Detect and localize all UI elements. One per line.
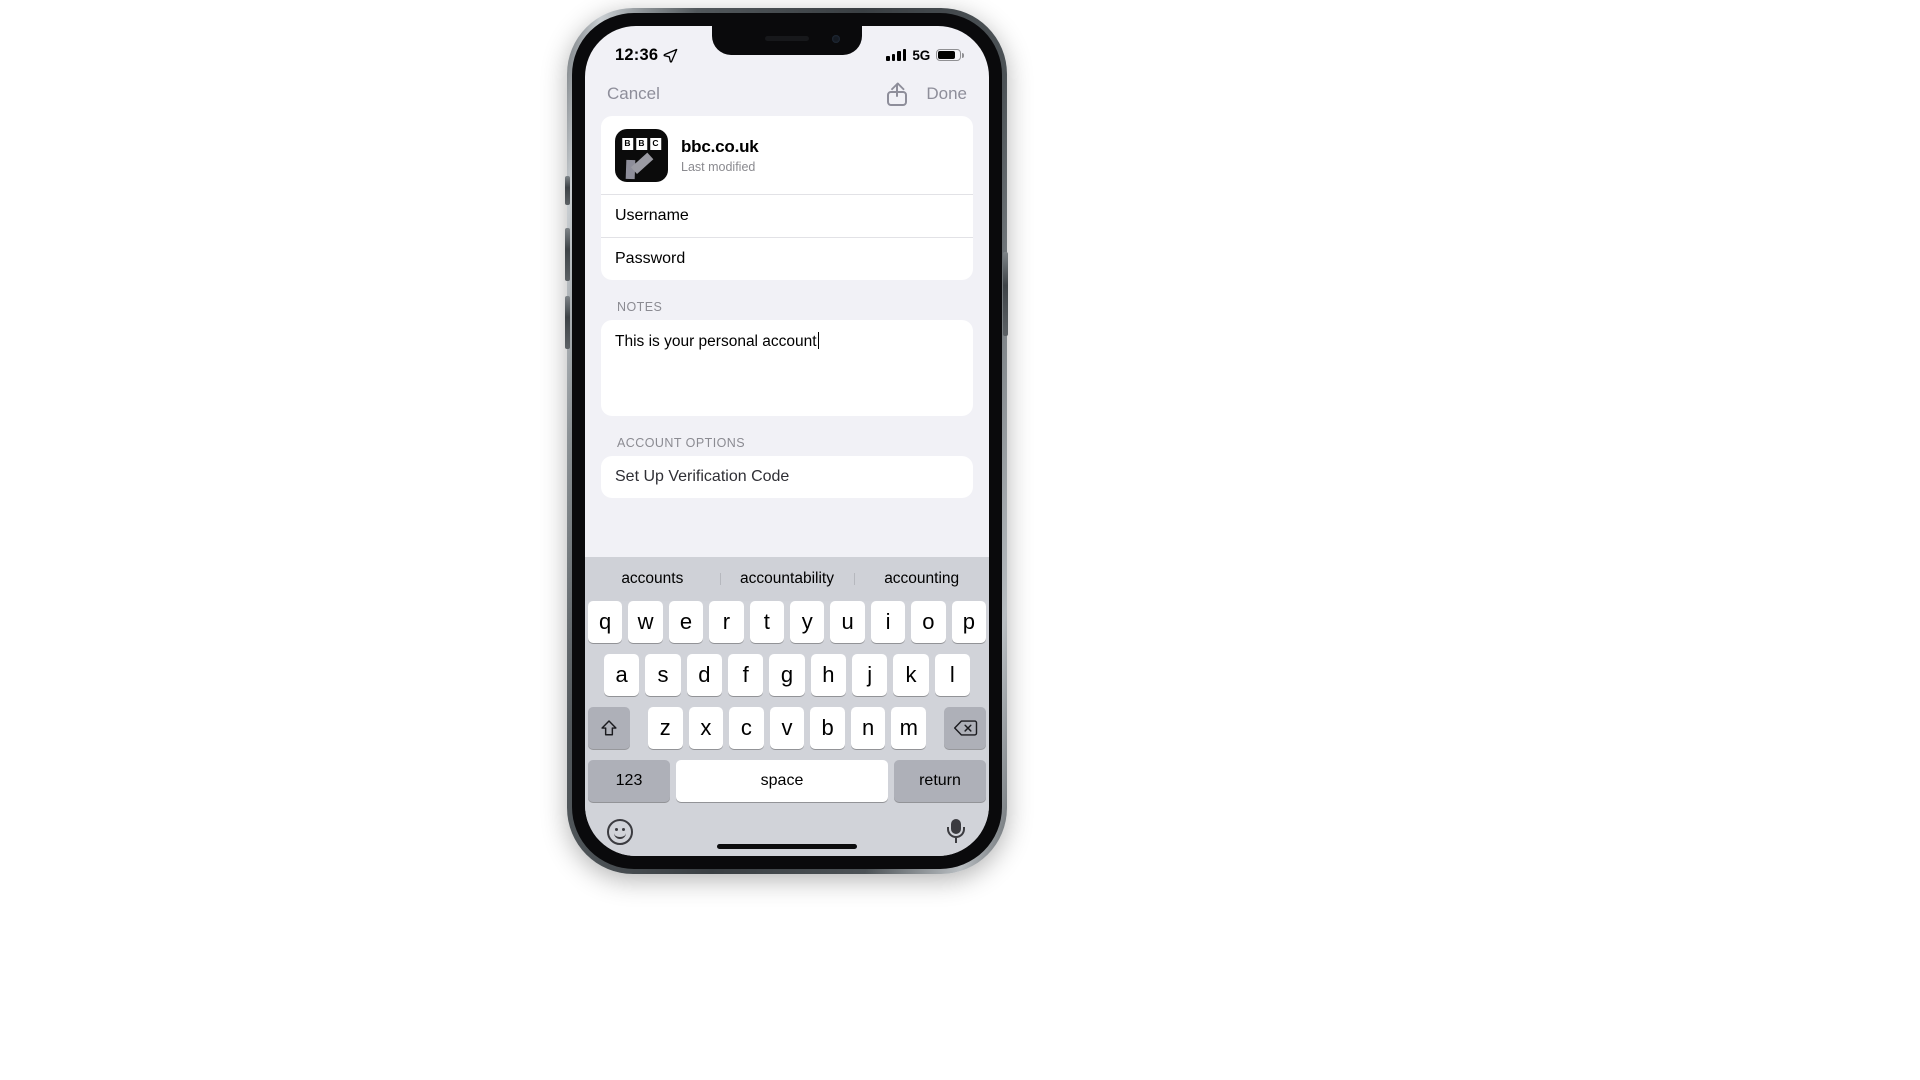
key-h[interactable]: h — [810, 654, 846, 696]
key-i[interactable]: i — [870, 601, 906, 643]
key-x[interactable]: x — [688, 707, 724, 749]
favicon-letter-2: B — [635, 138, 648, 150]
row3-left-gap — [636, 707, 642, 749]
microphone-icon[interactable] — [945, 819, 967, 845]
account-options-section-label: ACCOUNT OPTIONS — [617, 436, 746, 450]
credential-card: B B C bbc.co.uk Last modified Username P… — [601, 116, 973, 280]
key-a[interactable]: a — [604, 654, 640, 696]
key-p[interactable]: p — [951, 601, 987, 643]
site-title: bbc.co.uk — [681, 137, 759, 156]
keyboard-row-2: a s d f g h j k l — [585, 654, 989, 696]
key-c[interactable]: c — [729, 707, 764, 749]
key-r[interactable]: r — [709, 601, 744, 643]
on-screen-keyboard[interactable]: accounts accountability accounting q w e… — [585, 557, 989, 856]
navigation-bar: Cancel Done — [585, 72, 989, 116]
emoji-smiley-icon[interactable] — [607, 819, 633, 845]
key-n[interactable]: n — [850, 707, 886, 749]
last-modified-label: Last modified — [681, 160, 756, 174]
delete-backspace-icon — [953, 720, 977, 736]
power-button[interactable] — [1003, 252, 1008, 336]
key-d[interactable]: d — [686, 654, 722, 696]
display-notch — [712, 26, 862, 55]
status-bar-right: 5G — [886, 47, 964, 63]
favicon-letter-1: B — [621, 138, 634, 150]
key-o[interactable]: o — [911, 601, 946, 643]
shift-icon — [601, 719, 617, 735]
key-z[interactable]: z — [647, 707, 683, 749]
key-q[interactable]: q — [587, 601, 623, 643]
favicon-letter-3: C — [649, 138, 662, 150]
key-s[interactable]: s — [645, 654, 681, 696]
delete-key[interactable] — [944, 707, 987, 749]
numbers-key[interactable]: 123 — [588, 760, 670, 802]
suggestion-3[interactable]: accounting — [854, 566, 989, 592]
keyboard-row-1: q w e r t y u i o p — [585, 601, 989, 643]
key-k[interactable]: k — [893, 654, 929, 696]
suggestion-2[interactable]: accountability — [719, 566, 855, 592]
status-bar-left: 12:36 — [615, 46, 678, 65]
screenshot-canvas: 12:36 5G Cancel Done B B C bbc.co.uk Las… — [0, 0, 1920, 1080]
network-type-label: 5G — [912, 47, 930, 63]
key-y[interactable]: y — [790, 601, 825, 643]
phone-screen: 12:36 5G Cancel Done B B C bbc.co.uk Las… — [585, 26, 989, 856]
key-e[interactable]: e — [668, 601, 704, 643]
return-key[interactable]: return — [894, 760, 986, 802]
key-v[interactable]: v — [769, 707, 805, 749]
set-up-verification-code-row[interactable]: Set Up Verification Code — [601, 456, 973, 498]
volume-up-button[interactable] — [565, 228, 570, 281]
keyboard-row-4: 123 space return — [585, 760, 989, 802]
home-indicator[interactable] — [717, 844, 857, 849]
password-field[interactable]: Password — [601, 238, 973, 280]
earpiece-speaker — [765, 36, 809, 41]
notes-textarea[interactable]: This is your personal account — [601, 320, 973, 416]
mute-switch[interactable] — [565, 176, 570, 205]
key-b[interactable]: b — [810, 707, 845, 749]
predictive-suggestion-bar: accounts accountability accounting — [585, 557, 989, 601]
key-m[interactable]: m — [891, 707, 927, 749]
row3-right-gap — [932, 707, 938, 749]
keyboard-row-3: z x c v b n m — [585, 707, 989, 749]
key-t[interactable]: t — [749, 601, 784, 643]
key-g[interactable]: g — [769, 654, 805, 696]
battery-icon — [936, 48, 964, 62]
username-field[interactable]: Username — [601, 195, 973, 238]
key-u[interactable]: u — [830, 601, 865, 643]
suggestion-1[interactable]: accounts — [585, 566, 720, 592]
space-key[interactable]: space — [676, 760, 888, 802]
credential-header-row[interactable]: B B C bbc.co.uk Last modified — [601, 116, 973, 195]
bbc-favicon: B B C — [615, 129, 668, 182]
notes-section-label: NOTES — [617, 300, 663, 314]
cellular-bars-icon — [886, 49, 907, 61]
key-j[interactable]: j — [851, 654, 888, 696]
key-f[interactable]: f — [728, 654, 764, 696]
clock-label: 12:36 — [615, 45, 659, 64]
key-w[interactable]: w — [628, 601, 663, 643]
navigation-bar-right: Done — [887, 82, 967, 106]
text-cursor — [817, 332, 820, 349]
shift-key[interactable] — [587, 707, 630, 749]
done-button[interactable]: Done — [926, 84, 967, 104]
share-icon[interactable] — [887, 82, 908, 106]
volume-down-button[interactable] — [565, 296, 570, 349]
location-arrow-icon — [663, 48, 678, 63]
key-l[interactable]: l — [934, 654, 970, 696]
front-camera — [832, 35, 840, 43]
favicon-shape-diagonal — [630, 152, 654, 174]
credential-meta: bbc.co.uk Last modified — [681, 137, 759, 174]
notes-text: This is your personal account — [615, 333, 817, 350]
cancel-button[interactable]: Cancel — [607, 84, 660, 104]
